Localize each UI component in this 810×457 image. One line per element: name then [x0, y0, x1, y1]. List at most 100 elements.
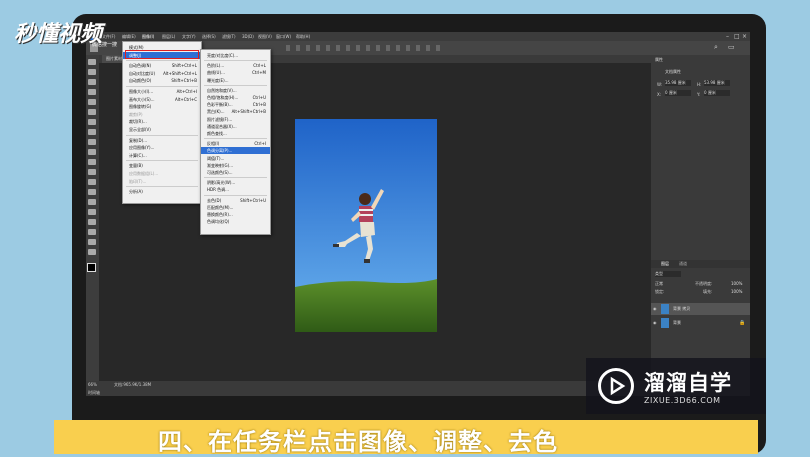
menu-item[interactable]: 黑白(K)... Alt+Shift+Ctrl+B: [201, 108, 270, 115]
menu-view[interactable]: 视图(V): [258, 32, 272, 41]
healing-tool-icon[interactable]: [88, 119, 96, 125]
menu-item[interactable]: 曝光度(E)...: [201, 77, 270, 84]
layer-thumbnail: [661, 304, 669, 314]
layer-row[interactable]: ◉ 背景 🔒: [651, 317, 750, 329]
menu-select[interactable]: 选择(S): [202, 32, 216, 41]
history-brush-tool-icon[interactable]: [88, 149, 96, 155]
menu-item[interactable]: 自动颜色(O) Shift+Ctrl+B: [123, 77, 201, 84]
menu-3d[interactable]: 3D(D): [242, 32, 254, 41]
menu-item[interactable]: 阴影/高光(W)...: [201, 179, 270, 186]
menu-item[interactable]: 去色(D) Shift+Ctrl+U: [201, 197, 270, 204]
timeline-label[interactable]: 时间轴: [88, 390, 100, 396]
menu-item-label: 替换颜色(R)...: [207, 212, 233, 217]
menu-item[interactable]: 裁剪(P): [123, 111, 201, 118]
photo-canvas[interactable]: [295, 119, 437, 332]
menu-item[interactable]: 裁切(R)...: [123, 118, 201, 125]
eye-icon[interactable]: ◉: [653, 303, 657, 315]
menu-item[interactable]: 自然饱和度(V)...: [201, 87, 270, 94]
width-field[interactable]: 35.98 厘米: [665, 80, 691, 86]
stamp-tool-icon[interactable]: [88, 139, 96, 145]
align-buttons[interactable]: [286, 45, 446, 51]
x-field[interactable]: 0 厘米: [665, 90, 691, 96]
menu-item[interactable]: 可选颜色(S)...: [201, 169, 270, 176]
menu-item[interactable]: 亮度/对比度(C)...: [201, 52, 270, 59]
eraser-tool-icon[interactable]: [88, 159, 96, 165]
menu-help[interactable]: 帮助(H): [296, 32, 310, 41]
menu-item[interactable]: 应用图像(Y)...: [123, 144, 201, 151]
zoom-tool-icon[interactable]: [88, 249, 96, 255]
menu-item[interactable]: 显示全部(V): [123, 126, 201, 133]
dodge-tool-icon[interactable]: [88, 189, 96, 195]
menu-item[interactable]: 分析(A): [123, 188, 201, 195]
minimize-icon[interactable]: –: [726, 32, 729, 41]
menu-item[interactable]: 画布大小(S)... Alt+Ctrl+C: [123, 96, 201, 103]
blend-mode-select[interactable]: 正常: [655, 281, 663, 287]
menu-item[interactable]: 复制(D)...: [123, 137, 201, 144]
menu-filter[interactable]: 滤镜(T): [222, 32, 236, 41]
menu-item[interactable]: HDR 色调...: [201, 186, 270, 193]
menu-item[interactable]: 替换颜色(R)...: [201, 211, 270, 218]
menu-item[interactable]: 变量(B): [123, 162, 201, 169]
menu-item[interactable]: 陷印(T)...: [123, 178, 201, 185]
tab-layers[interactable]: 图层: [661, 261, 669, 267]
zoom-level[interactable]: 66%: [88, 382, 97, 387]
menu-edit[interactable]: 编辑(E): [122, 32, 136, 41]
move-tool-icon[interactable]: [88, 59, 96, 65]
menu-separator: [204, 138, 267, 140]
gradient-tool-icon[interactable]: [88, 169, 96, 175]
menu-item-label: 颜色查找...: [207, 131, 227, 136]
height-field[interactable]: 53.98 厘米: [704, 80, 730, 86]
foreground-color-swatch[interactable]: [87, 263, 96, 272]
shape-tool-icon[interactable]: [88, 229, 96, 235]
menu-item[interactable]: 自动对比度(U) Alt+Shift+Ctrl+L: [123, 70, 201, 77]
menu-item[interactable]: 阈值(T)...: [201, 155, 270, 162]
eye-icon[interactable]: ◉: [653, 317, 657, 329]
eyedropper-tool-icon[interactable]: [88, 109, 96, 115]
menu-item[interactable]: 曲线(U)... Ctrl+M: [201, 69, 270, 76]
menu-item[interactable]: 色调分离(P)...: [201, 147, 270, 155]
type-tool-icon[interactable]: [88, 209, 96, 215]
menu-window[interactable]: 窗口(W): [276, 32, 291, 41]
menu-item[interactable]: 渐变映射(G)...: [201, 162, 270, 169]
menu-item[interactable]: 颜色查找...: [201, 130, 270, 137]
menu-file[interactable]: 文件(F): [102, 32, 115, 41]
menu-item[interactable]: 通道混合器(X)...: [201, 123, 270, 130]
menu-type[interactable]: 文字(Y): [182, 32, 196, 41]
maximize-icon[interactable]: □: [734, 32, 740, 41]
menu-item[interactable]: 图像大小(I)... Alt+Ctrl+I: [123, 88, 201, 95]
pen-tool-icon[interactable]: [88, 199, 96, 205]
hand-tool-icon[interactable]: [88, 239, 96, 245]
crop-tool-icon[interactable]: [88, 99, 96, 105]
blur-tool-icon[interactable]: [88, 179, 96, 185]
menu-item[interactable]: 照片滤镜(F)...: [201, 116, 270, 123]
opacity-field[interactable]: 100%: [731, 281, 742, 286]
marquee-tool-icon[interactable]: [88, 69, 96, 75]
layer-row[interactable]: ◉ 背景 拷贝: [651, 303, 750, 315]
menu-item[interactable]: 匹配颜色(M)...: [201, 204, 270, 211]
menu-item-label: 阴影/高光(W)...: [207, 180, 236, 186]
menu-item[interactable]: 色相/饱和度(H)... Ctrl+U: [201, 94, 270, 101]
doc-props-label: 文档属性: [665, 69, 681, 74]
lasso-tool-icon[interactable]: [88, 79, 96, 85]
close-icon[interactable]: ×: [742, 32, 747, 41]
menu-item[interactable]: 色阶(L)... Ctrl+L: [201, 62, 270, 69]
brush-tool-icon[interactable]: [88, 129, 96, 135]
quick-select-tool-icon[interactable]: [88, 89, 96, 95]
tab-channels[interactable]: 通道: [679, 261, 687, 267]
menu-layer[interactable]: 图层(L): [162, 32, 175, 41]
kind-filter[interactable]: 类型: [655, 271, 681, 277]
fill-field[interactable]: 100%: [731, 289, 742, 294]
search-icon[interactable]: ⌕: [714, 43, 718, 52]
menu-item[interactable]: 计算(C)...: [123, 152, 201, 159]
menu-image[interactable]: 图像(I): [142, 32, 154, 41]
path-select-tool-icon[interactable]: [88, 219, 96, 225]
menu-item[interactable]: 图像旋转(G): [123, 103, 201, 110]
menu-item[interactable]: 自动色调(N) Shift+Ctrl+L: [123, 62, 201, 69]
menu-item[interactable]: 色调均化(Q): [201, 218, 270, 225]
menu-item[interactable]: 色彩平衡(B)... Ctrl+B: [201, 101, 270, 108]
workspace-icon[interactable]: ▭: [728, 43, 735, 51]
w-label: W:: [657, 82, 663, 87]
menu-item[interactable]: 反相(I) Ctrl+I: [201, 140, 270, 147]
menu-item[interactable]: 应用数据组(L)...: [123, 170, 201, 177]
y-field[interactable]: 0 厘米: [704, 90, 730, 96]
